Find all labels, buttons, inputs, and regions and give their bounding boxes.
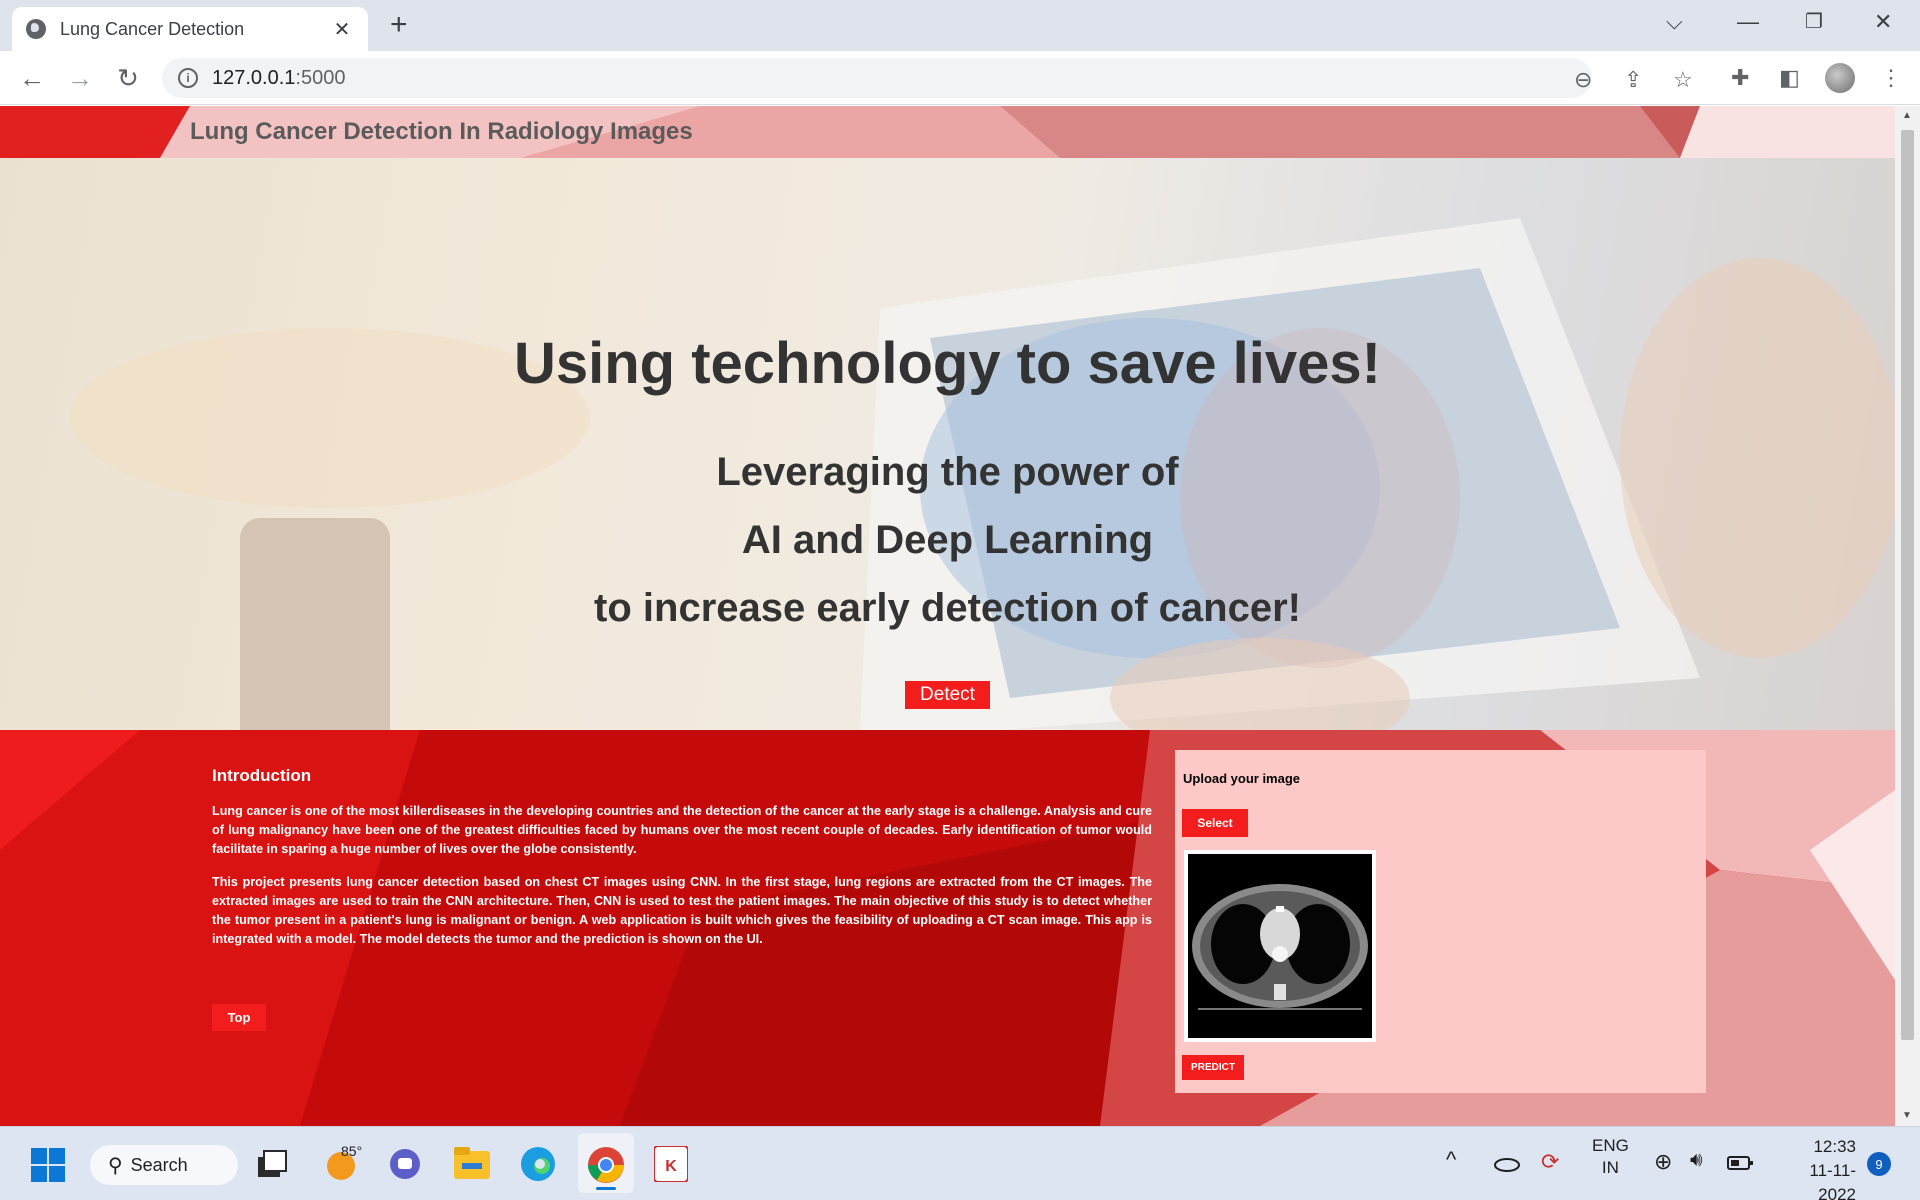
upload-title: Upload your image xyxy=(1183,771,1301,786)
top-button[interactable]: Top xyxy=(212,1004,266,1031)
select-image-button[interactable]: Select xyxy=(1182,809,1248,837)
zoom-icon[interactable]: ⊖ xyxy=(1574,67,1592,93)
taskbar-search[interactable]: ⚲ Search xyxy=(90,1145,238,1185)
side-panel-icon[interactable]: ◧ xyxy=(1779,65,1800,91)
predict-button[interactable]: PREDICT xyxy=(1182,1055,1244,1080)
chrome-icon xyxy=(588,1147,624,1183)
sync-icon[interactable]: ⟳ xyxy=(1541,1149,1559,1175)
site-header: Lung Cancer Detection In Radiology Image… xyxy=(0,106,1895,158)
weather-temperature: 85° xyxy=(341,1143,363,1159)
wps-office-icon[interactable]: K xyxy=(654,1146,688,1182)
detect-button[interactable]: Detect xyxy=(905,681,990,709)
hero-subline-1: Leveraging the power of xyxy=(716,450,1179,494)
volume-icon[interactable]: 🔊︎ xyxy=(1690,1149,1703,1172)
upload-card: Upload your image Select PREDICT xyxy=(1175,750,1706,1093)
bookmark-star-icon[interactable]: ☆ xyxy=(1673,67,1693,93)
site-info-icon[interactable]: i xyxy=(178,68,198,88)
profile-avatar[interactable] xyxy=(1825,63,1855,93)
clock-time: 12:33 xyxy=(1813,1137,1856,1156)
forward-arrow-icon[interactable]: → xyxy=(64,63,96,93)
back-arrow-icon[interactable]: ← xyxy=(16,63,48,93)
clock[interactable]: 12:33 11-11-2022 xyxy=(1772,1135,1856,1200)
introduction-heading: Introduction xyxy=(212,766,312,785)
browser-tab-strip: Lung Cancer Detection ✕ + ⌵ — ❐ ✕ xyxy=(0,0,1920,51)
ct-scan-preview-image xyxy=(1188,854,1372,1038)
reload-icon[interactable]: ↻ xyxy=(112,63,144,93)
network-globe-icon[interactable]: ⊕ xyxy=(1654,1149,1672,1175)
browser-toolbar: ← → ↻ i 127.0.0.1:5000 ⊖ ⇪ ☆ ✚ ◧ ⋮ xyxy=(0,51,1920,105)
hero-headline: Using technology to save lives! xyxy=(514,331,1381,396)
introduction-block: Introduction Lung cancer is one of the m… xyxy=(212,766,1152,963)
search-icon: ⚲ xyxy=(108,1154,123,1177)
task-view-icon[interactable] xyxy=(256,1149,288,1181)
scroll-up-arrow-icon[interactable]: ▲ xyxy=(1902,110,1912,121)
image-preview-frame xyxy=(1184,850,1376,1042)
hero-section: Using technology to save lives! Leveragi… xyxy=(0,158,1895,730)
show-hidden-icons-chevron-icon[interactable]: ^ xyxy=(1446,1147,1456,1173)
battery-icon[interactable] xyxy=(1727,1155,1753,1171)
share-icon[interactable]: ⇪ xyxy=(1624,67,1642,93)
globe-icon xyxy=(26,19,46,39)
site-title: Lung Cancer Detection In Radiology Image… xyxy=(190,118,693,145)
windows-start-icon[interactable] xyxy=(31,1148,65,1182)
hero-subline-3: to increase early detection of cancer! xyxy=(594,586,1301,630)
taskbar-search-label: Search xyxy=(130,1154,188,1175)
edge-browser-icon[interactable] xyxy=(520,1146,556,1182)
extensions-puzzle-icon[interactable]: ✚ xyxy=(1731,65,1749,91)
page-viewport: Lung Cancer Detection In Radiology Image… xyxy=(0,106,1895,1126)
teams-chat-icon[interactable] xyxy=(388,1147,422,1181)
address-bar[interactable]: i 127.0.0.1:5000 ⊖ ⇪ ☆ xyxy=(162,58,1693,98)
introduction-paragraph-1: Lung cancer is one of the most killerdis… xyxy=(212,804,1152,856)
clock-date: 11-11-2022 xyxy=(1809,1161,1856,1200)
introduction-paragraph-2: This project presents lung cancer detect… xyxy=(212,875,1152,946)
new-tab-icon[interactable]: + xyxy=(390,10,408,40)
onedrive-cloud-icon[interactable] xyxy=(1494,1154,1520,1172)
tab-search-chevron-icon[interactable]: ⌵ xyxy=(1666,8,1683,36)
scrollbar-thumb[interactable] xyxy=(1901,130,1914,1040)
svg-text:K: K xyxy=(665,1158,677,1175)
hero-subline-2: AI and Deep Learning xyxy=(741,518,1154,562)
scroll-down-arrow-icon[interactable]: ▼ xyxy=(1902,1110,1912,1121)
windows-taskbar: ⚲ Search 85° K ^ ⟳ ENG IN ⊕ 🔊︎ 12:33 11-… xyxy=(0,1126,1920,1200)
hero-background-image xyxy=(0,158,1895,730)
close-window-icon[interactable]: ✕ xyxy=(1874,8,1892,36)
input-language-indicator[interactable]: ENG IN xyxy=(1592,1135,1629,1179)
url-text: 127.0.0.1:5000 xyxy=(212,66,346,89)
menu-kebab-icon[interactable]: ⋮ xyxy=(1880,65,1902,91)
chrome-taskbar-button[interactable] xyxy=(578,1133,634,1193)
active-app-indicator xyxy=(596,1187,616,1190)
file-explorer-icon[interactable] xyxy=(454,1147,490,1179)
tab-title: Lung Cancer Detection xyxy=(60,18,245,39)
notification-badge[interactable]: 9 xyxy=(1867,1152,1891,1176)
minimize-icon[interactable]: — xyxy=(1737,8,1759,36)
intro-section: Introduction Lung cancer is one of the m… xyxy=(0,730,1895,1126)
browser-tab-active[interactable]: Lung Cancer Detection ✕ xyxy=(12,7,368,51)
restore-icon[interactable]: ❐ xyxy=(1805,8,1823,36)
page-scrollbar[interactable]: ▲ ▼ xyxy=(1895,106,1920,1126)
close-tab-icon[interactable]: ✕ xyxy=(330,17,354,42)
